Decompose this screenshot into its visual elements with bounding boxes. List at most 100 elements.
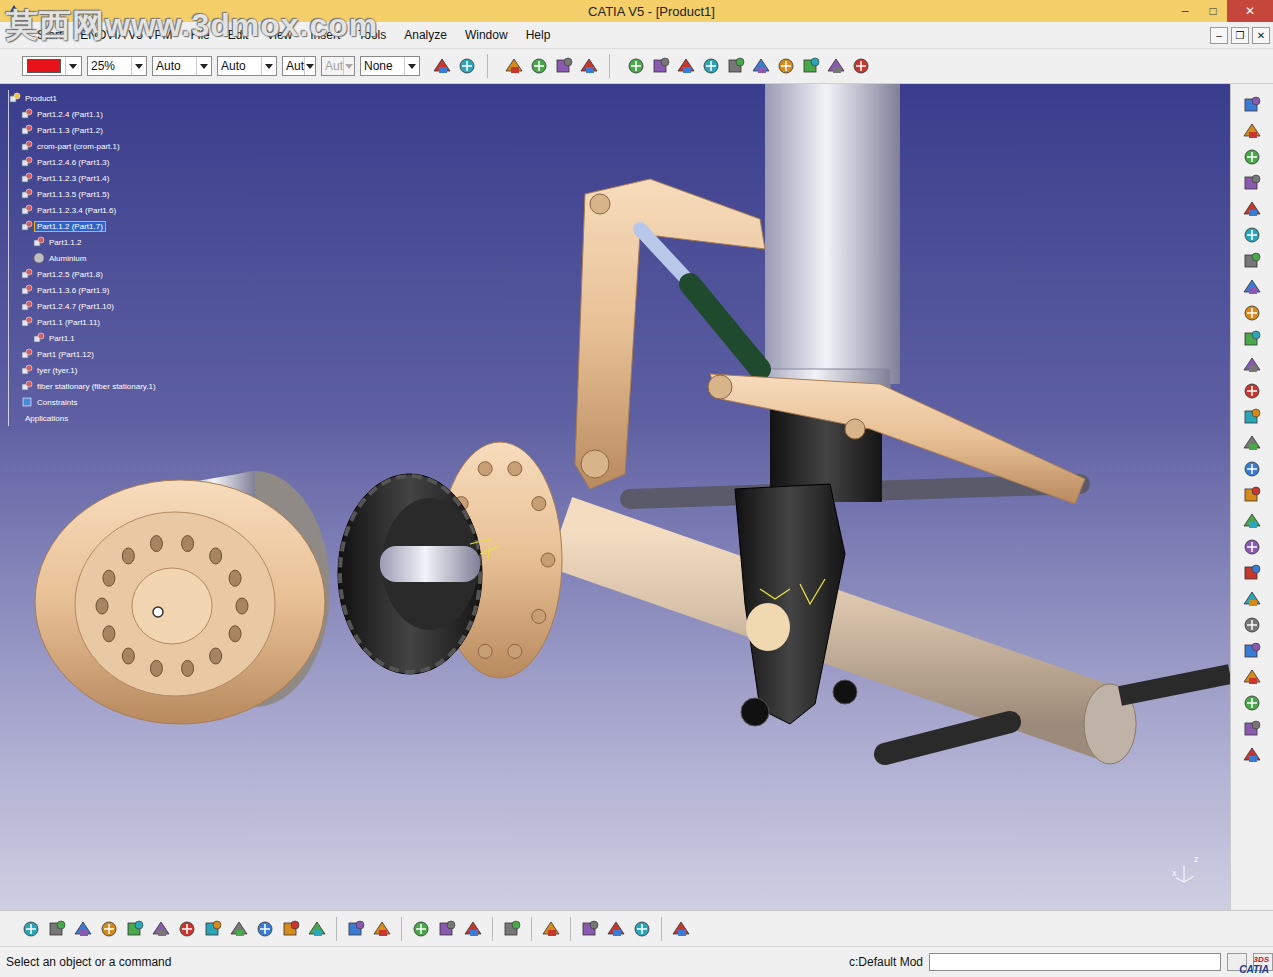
color-field[interactable] [22,56,82,76]
menu-item[interactable]: ENOVIA V5 VPM [71,26,181,44]
tree-item[interactable]: Part1.2.4.6 (Part1.3) [8,154,158,170]
assembly-tool-icon[interactable] [528,55,550,77]
workbench-tool-icon[interactable] [1241,432,1263,454]
workbench-tool-icon[interactable] [1241,276,1263,298]
workbench-tool-icon[interactable] [1241,562,1263,584]
menu-item[interactable]: Analyze [395,26,456,44]
analysis-icon[interactable] [579,918,601,940]
tree-item[interactable]: Part1 (Part1.12) [8,346,158,362]
workbench-tool-icon[interactable] [1241,614,1263,636]
workbench-tool-icon[interactable] [1241,588,1263,610]
tree-item[interactable]: Part1.1 [8,330,158,346]
workbench-tool-icon[interactable] [1241,120,1263,142]
constraint-tool-icon[interactable] [825,55,847,77]
view-tool-icon[interactable] [176,918,198,940]
workbench-tool-icon[interactable] [1241,510,1263,532]
document-control-button[interactable]: ❐ [1231,27,1249,44]
measure-icon[interactable] [410,918,432,940]
constraint-tool-icon[interactable] [750,55,772,77]
property-combo[interactable]: Auto [152,56,212,76]
view-tool-icon[interactable] [280,918,302,940]
workbench-tool-icon[interactable] [1241,94,1263,116]
view-tool-icon[interactable] [98,918,120,940]
workbench-tool-icon[interactable] [1241,458,1263,480]
catia-app-icon[interactable] [6,3,22,19]
workbench-tool-icon[interactable] [1241,302,1263,324]
property-combo[interactable]: 25% [87,56,147,76]
window-control-button[interactable]: ✕ [1227,0,1273,22]
constraint-tool-icon[interactable] [725,55,747,77]
3d-viewport[interactable]: Product1Part1.2.4 (Part1.1)Part1.1.3 (Pa… [0,84,1230,910]
workbench-tool-icon[interactable] [1241,146,1263,168]
workbench-tool-icon[interactable] [1241,692,1263,714]
view-tool-icon[interactable] [150,918,172,940]
workbench-tool-icon[interactable] [1241,406,1263,428]
tree-item[interactable]: Constraints [8,394,158,410]
workbench-tool-icon[interactable] [1241,380,1263,402]
tree-item[interactable]: Part1.1.3 (Part1.2) [8,122,158,138]
workbench-tool-icon[interactable] [1241,198,1263,220]
tree-item[interactable]: Part1.1.3.6 (Part1.9) [8,282,158,298]
workbench-tool-icon[interactable] [1241,666,1263,688]
constraint-tool-icon[interactable] [700,55,722,77]
tree-item[interactable]: Part1.1.2.3.4 (Part1.6) [8,202,158,218]
workbench-tool-icon[interactable] [1241,250,1263,272]
measure-icon[interactable] [436,918,458,940]
workbench-tool-icon[interactable] [1241,484,1263,506]
workbench-tool-icon[interactable] [1241,224,1263,246]
paint-icon[interactable] [456,55,478,77]
tree-item[interactable]: Aluminium [8,250,158,266]
tree-item[interactable]: Part1.1.3.5 (Part1.5) [8,186,158,202]
workbench-tool-icon[interactable] [1241,640,1263,662]
tree-item[interactable]: tyer (tyer.1) [8,362,158,378]
tree-item[interactable]: Part1.1.2 [8,234,158,250]
constraint-tool-icon[interactable] [850,55,872,77]
assembly-tool-icon[interactable] [503,55,525,77]
analysis-icon[interactable] [631,918,653,940]
view-tool-icon[interactable] [124,918,146,940]
tree-item[interactable]: Part1.2.4.7 (Part1.10) [8,298,158,314]
menu-item[interactable]: Insert [301,26,349,44]
tree-item[interactable]: crom-part (crom-part.1) [8,138,158,154]
menu-item[interactable]: File [181,26,218,44]
update-icon[interactable] [501,918,523,940]
window-control-button[interactable]: □ [1199,0,1227,22]
constraint-tool-icon[interactable] [800,55,822,77]
constraint-tool-icon[interactable] [650,55,672,77]
constraint-tool-icon[interactable] [775,55,797,77]
document-control-button[interactable]: ✕ [1252,27,1270,44]
window-control-button[interactable]: – [1171,0,1199,22]
workbench-tool-icon[interactable] [1241,354,1263,376]
tree-item[interactable]: Part1.1.2.3 (Part1.4) [8,170,158,186]
view-tool-icon[interactable] [72,918,94,940]
workbench-tool-icon[interactable] [1241,172,1263,194]
tree-item[interactable]: fiber stationary (fiber stationary.1) [8,378,158,394]
view-tool-icon[interactable] [20,918,42,940]
grid-icon[interactable] [670,918,692,940]
tree-item[interactable]: Part1.2.4 (Part1.1) [8,106,158,122]
capture-icon[interactable] [371,918,393,940]
view-tool-icon[interactable] [254,918,276,940]
workbench-tool-icon[interactable] [1241,328,1263,350]
command-input[interactable] [929,953,1221,971]
catalog-icon[interactable] [540,918,562,940]
constraint-tool-icon[interactable] [675,55,697,77]
tree-item[interactable]: Part1.1 (Part1.11) [8,314,158,330]
compass[interactable]: zx [1172,854,1202,886]
constraint-tool-icon[interactable] [625,55,647,77]
view-tool-icon[interactable] [46,918,68,940]
landing-gear-model[interactable] [0,84,1230,910]
tree-item[interactable]: Applications [8,410,158,426]
tree-item[interactable]: Part1.1.2 (Part1.7) [8,218,158,234]
analysis-icon[interactable] [605,918,627,940]
view-tool-icon[interactable] [228,918,250,940]
document-control-button[interactable]: – [1210,27,1228,44]
menu-item[interactable]: Tools [349,26,395,44]
property-combo[interactable]: Auto [217,56,277,76]
tree-item[interactable]: Part1.2.5 (Part1.8) [8,266,158,282]
menu-item[interactable]: Start [28,26,71,44]
measure-icon[interactable] [462,918,484,940]
menu-item[interactable]: Window [456,26,517,44]
view-tool-icon[interactable] [202,918,224,940]
assembly-tool-icon[interactable] [553,55,575,77]
